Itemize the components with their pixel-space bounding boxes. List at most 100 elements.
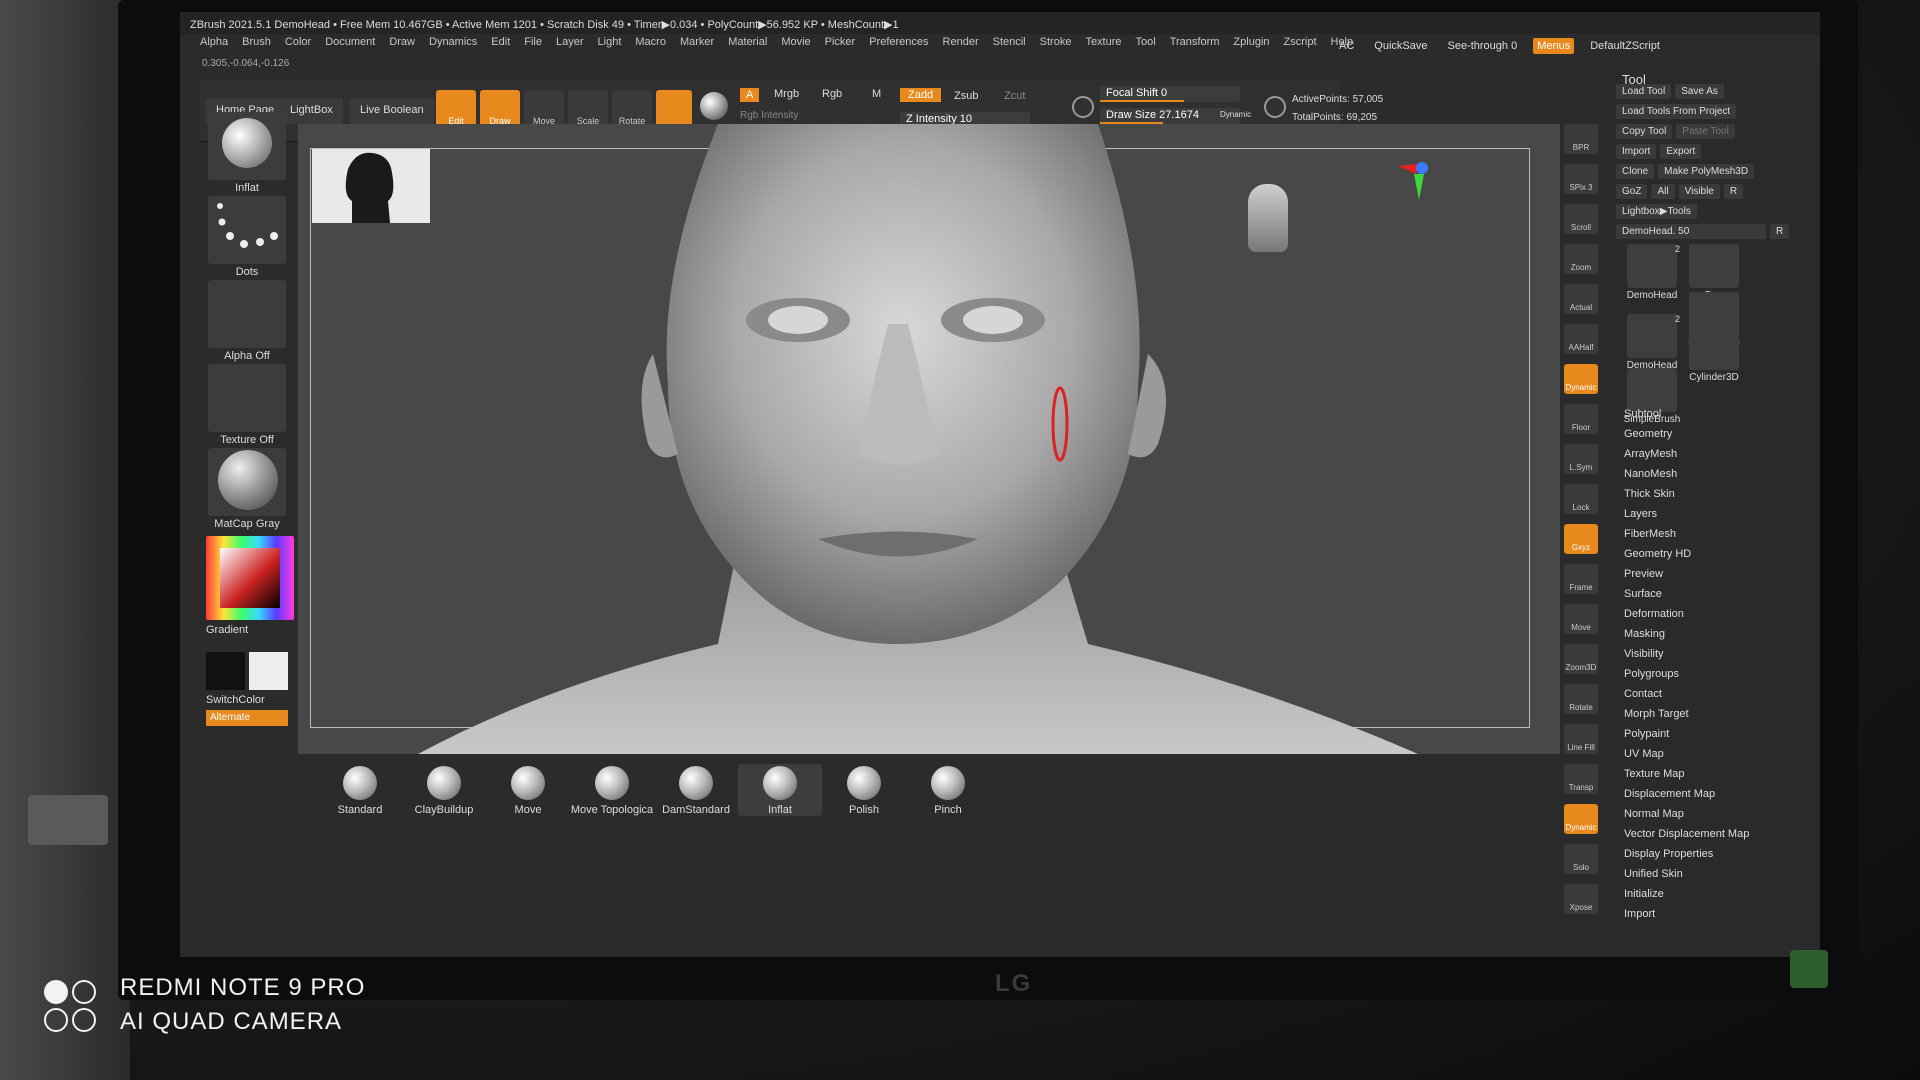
color-picker[interactable]: Gradient [206, 536, 294, 636]
brush-selector[interactable]: Inflat [206, 112, 288, 194]
menu-item-brush[interactable]: Brush [242, 36, 271, 56]
subpalette-visibility[interactable]: Visibility [1624, 644, 1749, 664]
canvas-viewport[interactable] [298, 124, 1560, 754]
rgb-toggle[interactable]: Rgb [822, 88, 842, 100]
tool-thumb-demohead[interactable]: DemoHead 2 [1620, 244, 1684, 308]
alternate-button[interactable]: Alternate [206, 710, 288, 726]
right-shelf-bpr[interactable]: BPR [1564, 124, 1598, 154]
menu-item-tool[interactable]: Tool [1136, 36, 1156, 56]
right-shelf-xpose[interactable]: Xpose [1564, 884, 1598, 914]
right-shelf-spix-3[interactable]: SPix 3 [1564, 164, 1598, 194]
alpha-selector[interactable]: Alpha Off [206, 280, 288, 362]
clone-button[interactable]: Clone [1616, 164, 1655, 179]
subpalette-unified-skin[interactable]: Unified Skin [1624, 864, 1749, 884]
subpalette-preview[interactable]: Preview [1624, 564, 1749, 584]
subpalette-arraymesh[interactable]: ArrayMesh [1624, 444, 1749, 464]
current-tool-r-button[interactable]: R [1770, 224, 1790, 239]
right-shelf-gxyz[interactable]: Gxyz [1564, 524, 1598, 554]
right-shelf-dynamic[interactable]: Dynamic [1564, 804, 1598, 834]
subpalette-import[interactable]: Import [1624, 904, 1749, 924]
load-from-project-button[interactable]: Load Tools From Project [1616, 104, 1737, 119]
menu-item-zscript[interactable]: Zscript [1284, 36, 1317, 56]
brush-damstandard[interactable]: DamStandard [654, 764, 738, 816]
menu-item-preferences[interactable]: Preferences [869, 36, 928, 56]
brush-claybuildup[interactable]: ClayBuildup [402, 764, 486, 816]
lightbox-tools-button[interactable]: Lightbox▶Tools [1616, 204, 1697, 219]
live-boolean-button[interactable]: Live Boolean [350, 98, 434, 124]
menu-item-edit[interactable]: Edit [491, 36, 510, 56]
axis-gizmo[interactable] [1394, 160, 1434, 210]
right-shelf-lock[interactable]: Lock [1564, 484, 1598, 514]
subpalette-polypaint[interactable]: Polypaint [1624, 724, 1749, 744]
menu-item-marker[interactable]: Marker [680, 36, 714, 56]
dynamic-toggle[interactable]: Dynamic [1220, 110, 1251, 119]
menu-item-movie[interactable]: Movie [781, 36, 810, 56]
zsub-toggle[interactable]: Zsub [954, 90, 978, 102]
subpalette-contact[interactable]: Contact [1624, 684, 1749, 704]
menu-item-texture[interactable]: Texture [1085, 36, 1121, 56]
right-shelf-aahalf[interactable]: AAHalf [1564, 324, 1598, 354]
brush-move[interactable]: Move [486, 764, 570, 816]
menu-item-light[interactable]: Light [598, 36, 622, 56]
brush-inflat[interactable]: Inflat [738, 764, 822, 816]
menus-toggle[interactable]: Menus [1533, 38, 1575, 54]
subpalette-texture-map[interactable]: Texture Map [1624, 764, 1749, 784]
subpalette-morph-target[interactable]: Morph Target [1624, 704, 1749, 724]
right-shelf-transp[interactable]: Transp [1564, 764, 1598, 794]
subpalette-layers[interactable]: Layers [1624, 504, 1749, 524]
material-selector[interactable]: MatCap Gray [206, 448, 288, 530]
menu-item-layer[interactable]: Layer [556, 36, 584, 56]
menu-item-dynamics[interactable]: Dynamics [429, 36, 477, 56]
menu-item-stroke[interactable]: Stroke [1040, 36, 1072, 56]
menu-item-macro[interactable]: Macro [635, 36, 666, 56]
subpalette-subtool[interactable]: Subtool [1624, 404, 1749, 424]
color-wheel[interactable] [206, 536, 294, 620]
goz-r-button[interactable]: R [1723, 184, 1744, 199]
save-as-button[interactable]: Save As [1675, 84, 1724, 99]
quicksave-button[interactable]: QuickSave [1370, 38, 1431, 54]
sphere-icon[interactable] [700, 92, 728, 120]
brush-pinch[interactable]: Pinch [906, 764, 990, 816]
right-shelf-zoom[interactable]: Zoom [1564, 244, 1598, 274]
subpalette-display-properties[interactable]: Display Properties [1624, 844, 1749, 864]
focal-shift-icon[interactable] [1072, 96, 1094, 118]
orientation-head-gizmo[interactable] [1248, 184, 1288, 252]
right-shelf-l-sym[interactable]: L.Sym [1564, 444, 1598, 474]
tool-thumb-cylinder3d[interactable]: Cylinder3D [1682, 326, 1746, 390]
subpalette-deformation[interactable]: Deformation [1624, 604, 1749, 624]
right-shelf-scroll[interactable]: Scroll [1564, 204, 1598, 234]
brush-move-topologica[interactable]: Move Topologica [570, 764, 654, 816]
subpalette-geometry[interactable]: Geometry [1624, 424, 1749, 444]
head-model[interactable] [298, 124, 1560, 754]
menu-item-file[interactable]: File [524, 36, 542, 56]
right-shelf-rotate[interactable]: Rotate [1564, 684, 1598, 714]
subpalette-nanomesh[interactable]: NanoMesh [1624, 464, 1749, 484]
m-toggle[interactable]: M [872, 88, 881, 100]
right-shelf-actual[interactable]: Actual [1564, 284, 1598, 314]
right-shelf-frame[interactable]: Frame [1564, 564, 1598, 594]
goz-button[interactable]: GoZ [1616, 184, 1648, 199]
menu-item-document[interactable]: Document [325, 36, 375, 56]
rgb-intensity-slider[interactable]: Rgb Intensity [740, 110, 798, 121]
menu-item-draw[interactable]: Draw [389, 36, 415, 56]
import-button[interactable]: Import [1616, 144, 1657, 159]
right-shelf-move[interactable]: Move [1564, 604, 1598, 634]
menu-item-transform[interactable]: Transform [1170, 36, 1220, 56]
menu-item-alpha[interactable]: Alpha [200, 36, 228, 56]
make-polymesh-button[interactable]: Make PolyMesh3D [1658, 164, 1755, 179]
subpalette-geometry-hd[interactable]: Geometry HD [1624, 544, 1749, 564]
menu-item-material[interactable]: Material [728, 36, 767, 56]
subpalette-initialize[interactable]: Initialize [1624, 884, 1749, 904]
zadd-toggle[interactable]: Zadd [900, 88, 942, 102]
subpalette-uv-map[interactable]: UV Map [1624, 744, 1749, 764]
see-through-slider[interactable]: See-through 0 [1443, 38, 1521, 54]
draw-size-slider[interactable]: Draw Size 27.1674 [1100, 108, 1240, 124]
mrgb-toggle[interactable]: Mrgb [774, 88, 799, 100]
a-toggle[interactable]: A [740, 88, 760, 102]
current-tool-slider[interactable]: DemoHead. 50 [1616, 224, 1766, 239]
menu-item-picker[interactable]: Picker [825, 36, 856, 56]
right-shelf-line-fill[interactable]: Line Fill [1564, 724, 1598, 754]
right-shelf-floor[interactable]: Floor [1564, 404, 1598, 434]
subpalette-surface[interactable]: Surface [1624, 584, 1749, 604]
texture-selector[interactable]: Texture Off [206, 364, 288, 446]
